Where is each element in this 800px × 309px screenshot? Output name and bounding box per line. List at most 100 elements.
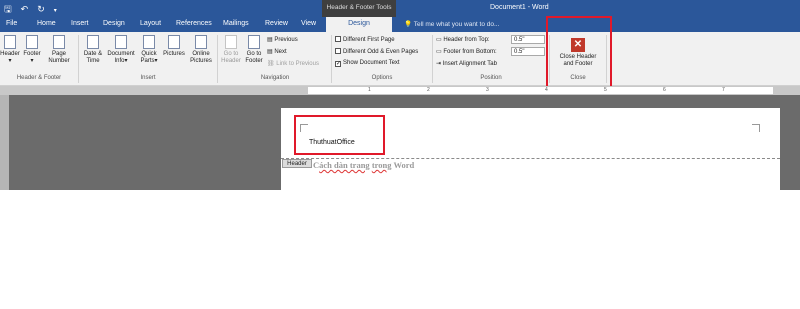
document-info-label-1: Document: [107, 51, 135, 57]
tab-file[interactable]: File: [6, 20, 17, 27]
header-from-top-value: 0.5": [514, 37, 525, 43]
show-document-text-checkbox[interactable]: ✓: [335, 61, 341, 67]
header-from-top-input[interactable]: 0.5": [511, 35, 545, 44]
lightbulb-icon: 💡: [404, 21, 413, 28]
redo-icon[interactable]: ↻: [37, 4, 54, 14]
document-body-text[interactable]: Cách dàn trang trong Word: [313, 160, 414, 170]
ribbon-separator: [78, 35, 79, 83]
group-label-navigation: Navigation: [260, 75, 290, 81]
header-from-top-row: ▭ Header from Top:: [436, 36, 490, 43]
tab-view[interactable]: View: [301, 20, 316, 27]
tab-layout[interactable]: Layout: [140, 20, 161, 27]
go-to-header-button[interactable]: Go to Header: [220, 35, 242, 65]
ruler-number: 1: [368, 87, 371, 93]
tab-references[interactable]: References: [176, 20, 212, 27]
show-document-text-option[interactable]: ✓ Show Document Text: [335, 60, 400, 67]
header-from-top-label: Header from Top:: [443, 37, 490, 43]
different-odd-even-option[interactable]: Different Odd & Even Pages: [335, 48, 418, 55]
tab-design-context[interactable]: Design: [326, 17, 392, 32]
header-tag: Header: [282, 159, 312, 168]
different-first-page-label: Different First Page: [343, 37, 395, 43]
footer-from-bottom-input[interactable]: 0.5": [511, 47, 545, 56]
tab-home[interactable]: Home: [37, 20, 56, 27]
previous-icon: ▤: [267, 37, 273, 43]
go-to-footer-label-2: Footer: [245, 58, 263, 64]
insert-alignment-tab-button[interactable]: ⇥ Insert Alignment Tab: [436, 60, 497, 67]
ruler-active-area: [308, 87, 773, 94]
group-label-options: Options: [371, 75, 393, 81]
undo-icon[interactable]: ↶: [21, 4, 38, 14]
date-time-label-2: Time: [86, 58, 100, 64]
go-to-header-label-1: Go to: [223, 51, 239, 57]
ruler-number: 6: [663, 87, 666, 93]
ruler-number: 5: [604, 87, 607, 93]
vertical-ruler[interactable]: [0, 95, 9, 190]
save-icon[interactable]: 🖫: [4, 4, 21, 14]
link-to-previous-button[interactable]: ⛓ Link to Previous: [267, 60, 319, 67]
ruler-number: 7: [722, 87, 725, 93]
different-first-page-checkbox[interactable]: [335, 36, 341, 42]
different-first-page-option[interactable]: Different First Page: [335, 36, 395, 43]
body-text-underlined-1: ách dàn trang: [319, 160, 370, 170]
show-document-text-label: Show Document Text: [343, 60, 400, 66]
header-button[interactable]: Header ▾: [0, 35, 20, 65]
pictures-button[interactable]: Pictures: [161, 35, 187, 58]
online-pictures-label-2: Pictures: [190, 58, 212, 64]
pictures-icon: [168, 35, 180, 49]
header-position-icon: ▭: [436, 37, 442, 43]
header-icon: [4, 35, 16, 49]
alignment-tab-icon: ⇥: [436, 61, 442, 67]
go-to-footer-button[interactable]: Go to Footer: [243, 35, 265, 65]
customize-icon[interactable]: ▾: [54, 8, 66, 14]
tell-me-box[interactable]: 💡 Tell me what you want to do...: [404, 20, 499, 28]
next-label: Next: [274, 49, 287, 55]
ruler-number: 3: [486, 87, 489, 93]
quick-parts-icon: [143, 35, 155, 49]
group-label-header-footer: Header & Footer: [16, 75, 62, 81]
go-to-header-icon: [225, 35, 237, 49]
tab-design[interactable]: Design: [103, 20, 125, 27]
body-text-suffix: Word: [391, 160, 415, 170]
footer-from-bottom-row: ▭ Footer from Bottom:: [436, 48, 497, 55]
margin-corner-mark: [752, 124, 760, 132]
tab-row: File Home Insert Design Layout Reference…: [0, 17, 800, 32]
go-to-header-label-2: Header: [221, 58, 241, 64]
document-info-button[interactable]: Document Info▾: [106, 35, 136, 65]
group-label-position: Position: [480, 75, 502, 81]
ribbon-separator: [432, 35, 433, 83]
link-to-previous-label: Link to Previous: [276, 61, 319, 67]
document-info-icon: [115, 35, 127, 49]
go-to-footer-label-1: Go to: [246, 51, 262, 57]
group-label-insert: Insert: [140, 75, 156, 81]
different-odd-even-checkbox[interactable]: [335, 48, 341, 54]
ribbon-separator: [331, 35, 332, 83]
date-time-button[interactable]: Date & Time: [81, 35, 105, 65]
footer-position-icon: ▭: [436, 49, 442, 55]
link-icon: ⛓: [267, 61, 275, 67]
tab-review[interactable]: Review: [265, 20, 288, 27]
title-bar: 🖫↶↻▾ Document1 - Word: [0, 0, 800, 17]
page-number-label-2: Number: [48, 58, 70, 64]
online-pictures-button[interactable]: Online Pictures: [188, 35, 214, 65]
footer-button[interactable]: Footer ▾: [22, 35, 42, 65]
header-boundary: [281, 158, 780, 159]
next-button[interactable]: ▤ Next: [267, 48, 287, 55]
insert-alignment-tab-label: Insert Alignment Tab: [442, 61, 497, 67]
previous-button[interactable]: ▤ Previous: [267, 36, 298, 43]
tab-mailings[interactable]: Mailings: [223, 20, 249, 27]
tab-insert[interactable]: Insert: [71, 20, 89, 27]
context-group-label: Header & Footer Tools: [326, 4, 392, 11]
pictures-label: Pictures: [163, 51, 185, 57]
header-highlight-box: [294, 115, 385, 155]
document-title: Document1 - Word: [490, 4, 549, 11]
online-pictures-icon: [195, 35, 207, 49]
body-text-underlined-2: trong: [371, 160, 392, 170]
ruler-number: 4: [545, 87, 548, 93]
ribbon: Header ▾ Footer ▾ Page Number Header & Foo…: [0, 32, 800, 86]
quick-parts-button[interactable]: Quick Parts▾: [138, 35, 160, 65]
page-number-label-1: Page: [51, 51, 66, 57]
footer-button-label: Footer: [23, 51, 41, 57]
page-number-button[interactable]: Page Number: [45, 35, 73, 65]
next-icon: ▤: [267, 49, 273, 55]
date-time-label-1: Date &: [83, 51, 103, 57]
